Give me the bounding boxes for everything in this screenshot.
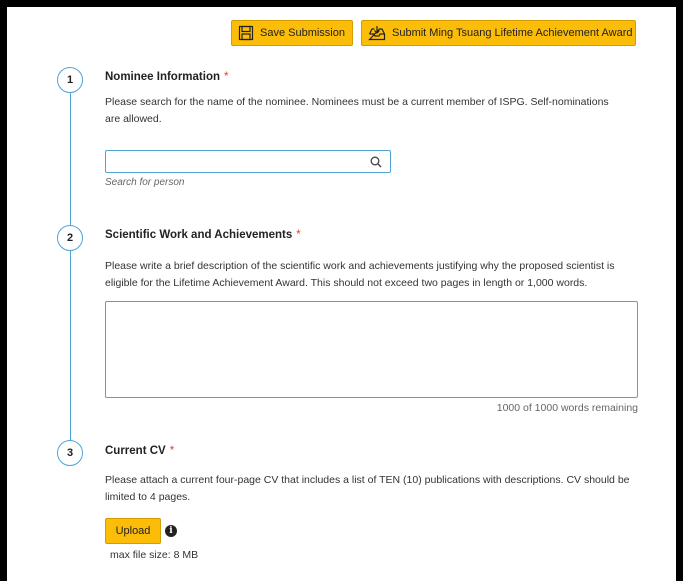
submit-award-button[interactable]: Submit Ming Tsuang Lifetime Achievement … bbox=[361, 20, 636, 46]
search-hint: Search for person bbox=[105, 177, 185, 188]
nominee-description: Please search for the name of the nomine… bbox=[105, 96, 609, 125]
required-marker: * bbox=[169, 445, 175, 457]
word-counter: 1000 of 1000 words remaining bbox=[496, 402, 638, 414]
required-marker: * bbox=[224, 71, 229, 83]
form-panel: Save Submission Submit Ming Tsuang Lifet… bbox=[7, 7, 676, 581]
save-submission-button[interactable]: Save Submission bbox=[231, 20, 353, 46]
step-3-badge: 3 bbox=[57, 440, 83, 466]
current-cv-title: Current CV * bbox=[105, 445, 174, 457]
submit-award-label: Submit Ming Tsuang Lifetime Achievement … bbox=[392, 27, 633, 39]
upload-button[interactable]: Upload bbox=[105, 518, 161, 544]
step-1-badge: 1 bbox=[57, 67, 83, 93]
scientific-work-title: Scientific Work and Achievements * bbox=[105, 229, 301, 241]
step-2-badge: 2 bbox=[57, 225, 83, 251]
required-marker: * bbox=[296, 229, 301, 241]
save-icon bbox=[238, 25, 254, 41]
section-title-text: Scientific Work and Achievements bbox=[105, 229, 293, 241]
scientific-work-description: Please write a brief description of the … bbox=[105, 260, 615, 289]
nominee-information-title: Nominee Information * bbox=[105, 71, 229, 83]
person-search-field[interactable] bbox=[105, 150, 391, 173]
step-timeline bbox=[70, 93, 71, 463]
achievements-textarea[interactable] bbox=[105, 301, 638, 398]
section-title-text: Current CV bbox=[105, 445, 166, 457]
section-title-text: Nominee Information bbox=[105, 71, 221, 83]
save-submission-label: Save Submission bbox=[260, 27, 345, 39]
search-icon[interactable] bbox=[370, 155, 382, 173]
info-icon[interactable]: i bbox=[165, 525, 177, 537]
max-file-size: max file size: 8 MB bbox=[110, 549, 199, 561]
current-cv-description: Please attach a current four-page CV tha… bbox=[105, 474, 630, 503]
inbox-submit-icon bbox=[368, 26, 386, 41]
person-search-input[interactable] bbox=[106, 151, 373, 172]
